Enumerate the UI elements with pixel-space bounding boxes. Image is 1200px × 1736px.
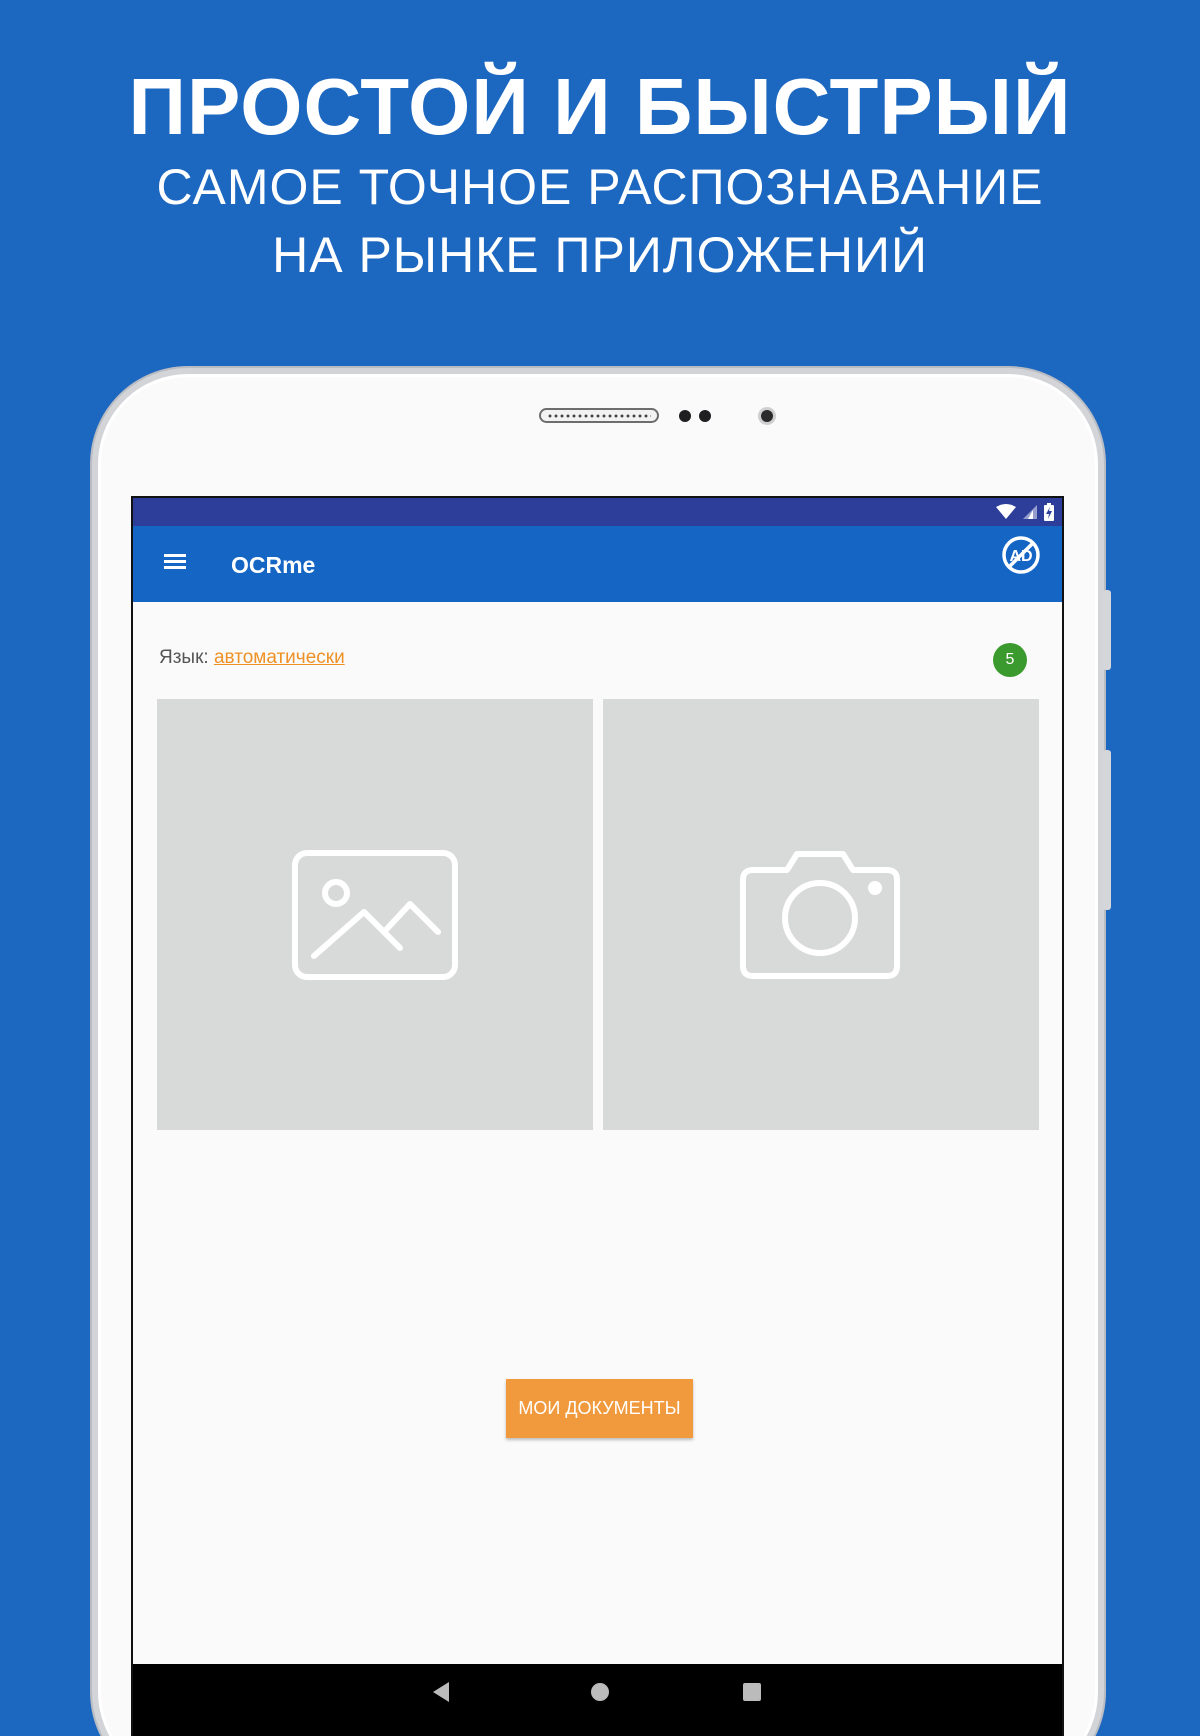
promo-subtitle-line1: САМОЕ ТОЧНОЕ РАСПОЗНАВАНИЕ bbox=[156, 159, 1044, 215]
signal-icon bbox=[1023, 505, 1037, 519]
count-badge: 5 bbox=[993, 643, 1027, 677]
my-documents-button[interactable]: МОИ ДОКУМЕНТЫ bbox=[506, 1379, 693, 1438]
tablet-side-button-top bbox=[1103, 590, 1111, 670]
promo-title: ПРОСТОЙ И БЫСТРЫЙ bbox=[128, 62, 1072, 151]
tablet-side-button-bottom bbox=[1103, 750, 1111, 910]
status-icons bbox=[996, 502, 1054, 522]
app-bar: OCRme AD bbox=[133, 526, 1062, 602]
no-ads-icon[interactable]: AD bbox=[1000, 534, 1042, 576]
tablet-front-camera bbox=[758, 407, 776, 425]
system-nav-bar bbox=[133, 1664, 1062, 1736]
app-screen: OCRme AD Язык: автоматически 5 МОИ ДОКУМ… bbox=[131, 496, 1064, 1736]
home-circle-icon[interactable] bbox=[591, 1683, 609, 1701]
promo-subtitle-line2: НА РЫНКЕ ПРИЛОЖЕНИЙ bbox=[272, 227, 928, 283]
tablet-sensor bbox=[699, 410, 711, 422]
tablet-speaker bbox=[539, 408, 659, 423]
language-label: Язык: bbox=[159, 647, 209, 668]
app-title: OCRme bbox=[231, 552, 316, 578]
back-triangle-icon[interactable] bbox=[433, 1682, 449, 1702]
language-row: Язык: автоматически bbox=[159, 646, 345, 670]
battery-icon bbox=[1044, 503, 1054, 521]
camera-tile-button[interactable] bbox=[603, 699, 1039, 1130]
wifi-icon bbox=[996, 504, 1016, 519]
recent-apps-square-icon[interactable] bbox=[743, 1683, 761, 1701]
tablet-sensor bbox=[679, 410, 691, 422]
language-selector-link[interactable]: автоматически bbox=[214, 647, 345, 668]
gallery-image-icon bbox=[292, 850, 458, 980]
hamburger-menu-icon[interactable] bbox=[161, 546, 193, 578]
status-bar bbox=[133, 498, 1062, 526]
gallery-tile-button[interactable] bbox=[157, 699, 593, 1130]
camera-icon bbox=[740, 851, 900, 979]
